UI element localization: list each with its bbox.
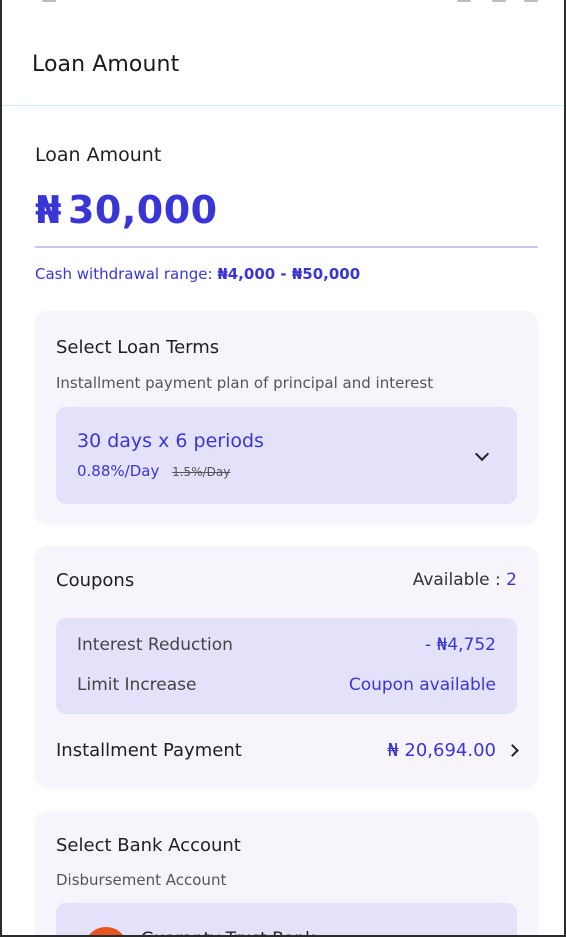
amount-underline: [35, 246, 538, 248]
coupon-row-value[interactable]: Coupon available: [349, 675, 496, 695]
loan-terms-card: Select Loan Terms Installment payment pl…: [35, 311, 538, 525]
bank-account-subtitle: Disbursement Account: [56, 871, 227, 889]
available-count: 2: [506, 570, 517, 590]
coupons-card: Coupons Available : 2 Interest Reduction…: [35, 546, 538, 788]
app-screen: Loan Amount Loan Amount ₦ 30,000 Cash wi…: [0, 0, 566, 937]
loan-terms-subtitle: Installment payment plan of principal an…: [56, 374, 434, 392]
bank-account-title: Select Bank Account: [56, 835, 241, 856]
bank-account-select[interactable]: Guaranty Trust Bank: [56, 903, 517, 935]
coupon-row-value: - ₦4,752: [424, 635, 496, 655]
installment-payment-row[interactable]: Installment Payment ₦ 20,694.00: [56, 740, 519, 761]
coupon-row-interest-reduction: Interest Reduction - ₦4,752: [77, 635, 496, 655]
daily-rate: 0.88%/Day: [77, 462, 160, 480]
page-title: Loan Amount: [32, 52, 180, 77]
bank-name: Guaranty Trust Bank: [141, 929, 315, 935]
range-prefix: Cash withdrawal range:: [35, 265, 213, 283]
top-header: Loan Amount: [2, 0, 564, 106]
loan-amount-label: Loan Amount: [35, 144, 162, 166]
installment-value: ₦ 20,694.00: [387, 740, 496, 761]
installment-value-wrap: ₦ 20,694.00: [387, 740, 519, 761]
coupon-row-label: Limit Increase: [77, 675, 197, 695]
coupon-row-label: Interest Reduction: [77, 635, 233, 655]
chevron-right-icon: [506, 744, 519, 757]
coupon-row-limit-increase[interactable]: Limit Increase Coupon available: [77, 675, 496, 695]
loan-terms-select[interactable]: 30 days x 6 periods 0.88%/Day 1.5%/Day: [56, 407, 517, 504]
range-value: ₦4,000 - ₦50,000: [217, 265, 361, 283]
loan-amount-value: 30,000: [67, 188, 218, 232]
withdrawal-range: Cash withdrawal range: ₦4,000 - ₦50,000: [35, 265, 360, 283]
installment-label: Installment Payment: [56, 740, 242, 761]
loan-amount-field[interactable]: ₦ 30,000: [35, 188, 218, 232]
currency-symbol: ₦: [35, 188, 62, 232]
term-rate: 0.88%/Day 1.5%/Day: [77, 462, 230, 480]
selected-term: 30 days x 6 periods: [77, 430, 264, 452]
bank-logo-icon: [84, 927, 128, 935]
loan-terms-title: Select Loan Terms: [56, 337, 220, 358]
bank-account-card: Select Bank Account Disbursement Account…: [35, 811, 538, 935]
coupons-available[interactable]: Available : 2: [413, 570, 517, 590]
coupon-details: Interest Reduction - ₦4,752 Limit Increa…: [56, 618, 517, 714]
chevron-down-icon: [474, 446, 490, 462]
coupons-title: Coupons: [56, 570, 135, 591]
available-label: Available :: [412, 570, 507, 590]
old-daily-rate: 1.5%/Day: [172, 465, 231, 479]
